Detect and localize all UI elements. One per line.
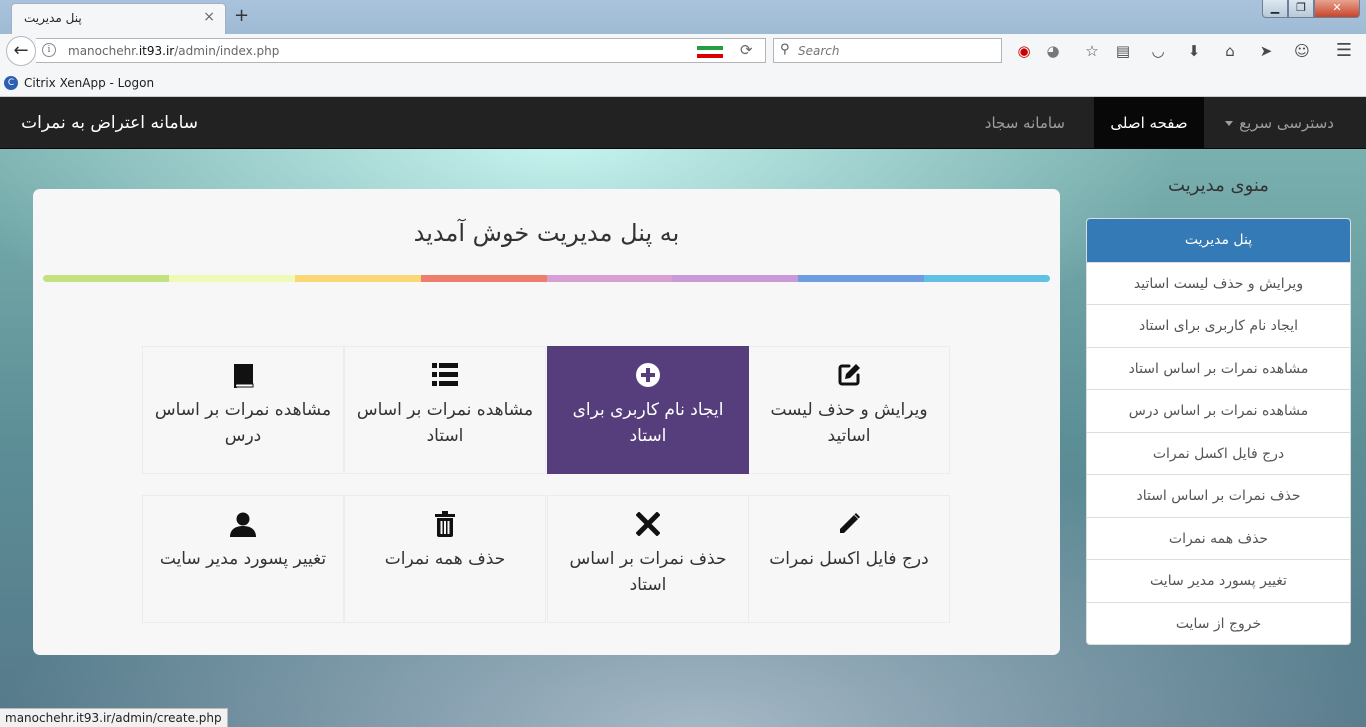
nav-dropdown-quick-access[interactable]: دسترسی سریع bbox=[1225, 97, 1334, 149]
tile-label: حذف همه نمرات bbox=[384, 549, 506, 569]
tile-delete-all-grades[interactable]: حذف همه نمرات bbox=[344, 495, 546, 623]
search-bar[interactable]: ⚲ bbox=[773, 38, 1002, 63]
iran-flag-icon bbox=[697, 46, 723, 58]
info-icon[interactable]: i bbox=[42, 43, 56, 57]
search-icon: ⚲ bbox=[780, 42, 790, 57]
tile-label: مشاهده نمرات بر اساس استاد bbox=[356, 400, 534, 446]
tile-upload-excel[interactable]: درج فایل اکسل نمرات bbox=[748, 495, 950, 623]
menu-item-create-username[interactable]: ایجاد نام کاربری برای استاد bbox=[1087, 304, 1350, 347]
tile-create-username[interactable]: ایجاد نام کاربری برای استاد bbox=[547, 346, 749, 474]
menu-item-grades-by-professor[interactable]: مشاهده نمرات بر اساس استاد bbox=[1087, 346, 1350, 390]
rainbow-segment bbox=[43, 275, 169, 282]
star-icon[interactable]: ☆ bbox=[1082, 42, 1102, 60]
rainbow-segment bbox=[924, 275, 1050, 282]
list-icon bbox=[345, 361, 545, 389]
new-tab-button[interactable]: + bbox=[234, 5, 249, 26]
tile-label: ویرایش و حذف لیست اساتید bbox=[770, 400, 928, 446]
quick-access-label: دسترسی سریع bbox=[1239, 114, 1334, 132]
trash-icon bbox=[345, 510, 545, 538]
admin-menu: پنل مدیریت ویرایش و حذف لیست اساتید ایجا… bbox=[1086, 218, 1351, 645]
nav-link-sajjad[interactable]: سامانه سجاد bbox=[971, 97, 1079, 149]
hamburger-menu-icon[interactable]: ☰ bbox=[1334, 42, 1354, 60]
rainbow-segment bbox=[672, 275, 799, 282]
rainbow-segment bbox=[168, 275, 295, 282]
tile-label: حذف نمرات بر اساس استاد bbox=[569, 549, 727, 595]
rainbow-segment bbox=[294, 275, 421, 282]
book-icon bbox=[143, 361, 343, 389]
window-minimize-button[interactable]: ▁ bbox=[1262, 0, 1288, 18]
tile-label: درج فایل اکسل نمرات bbox=[769, 549, 929, 569]
bookmarks-bar: C Citrix XenApp - Logon bbox=[0, 67, 1366, 97]
extension-icon[interactable]: ◕ bbox=[1043, 42, 1063, 60]
site-navbar: سامانه اعتراض به نمرات سامانه سجاد صفحه … bbox=[0, 97, 1366, 149]
browser-tab[interactable]: پنل مدیریت × bbox=[11, 3, 226, 34]
plus-circle-icon bbox=[548, 361, 748, 389]
tile-label: مشاهده نمرات بر اساس درس bbox=[154, 400, 332, 446]
tile-delete-by-professor[interactable]: حذف نمرات بر اساس استاد bbox=[547, 495, 749, 623]
send-icon[interactable]: ➤ bbox=[1256, 42, 1276, 60]
browser-titlebar: پنل مدیریت × + ▁ ❐ ✕ bbox=[0, 0, 1366, 34]
reading-list-icon[interactable]: ▤ bbox=[1113, 42, 1133, 60]
rainbow-divider bbox=[43, 275, 1050, 282]
pocket-icon[interactable]: ◡ bbox=[1148, 42, 1168, 60]
menu-item-delete-by-professor[interactable]: حذف نمرات بر اساس استاد bbox=[1087, 474, 1350, 517]
welcome-title: به پنل مدیریت خوش آمدید bbox=[413, 219, 680, 247]
caret-down-icon bbox=[1225, 121, 1234, 126]
tile-label: ایجاد نام کاربری برای استاد bbox=[572, 400, 724, 446]
back-button[interactable]: ← bbox=[6, 36, 36, 66]
menu-item-logout[interactable]: خروج از سایت bbox=[1087, 601, 1350, 645]
smiley-icon[interactable]: ☺ bbox=[1292, 42, 1312, 60]
edit-icon bbox=[749, 361, 949, 389]
rainbow-segment bbox=[546, 275, 673, 282]
tile-edit-professors[interactable]: ویرایش و حذف لیست اساتید bbox=[748, 346, 950, 474]
pencil-icon bbox=[749, 510, 949, 538]
rainbow-segment bbox=[798, 275, 925, 282]
url-text[interactable]: manochehr.it93.ir/admin/index.php bbox=[68, 44, 279, 58]
site-brand[interactable]: سامانه اعتراض به نمرات bbox=[21, 113, 198, 133]
remove-icon bbox=[548, 510, 748, 538]
menu-item-admin-panel[interactable]: پنل مدیریت bbox=[1087, 219, 1350, 262]
menu-item-grades-by-course[interactable]: مشاهده نمرات بر اساس درس bbox=[1087, 389, 1350, 432]
user-icon bbox=[143, 510, 343, 538]
main-panel: به پنل مدیریت خوش آمدید ویرایش و حذف لیس… bbox=[33, 189, 1060, 655]
search-input[interactable] bbox=[798, 41, 998, 61]
window-close-button[interactable]: ✕ bbox=[1314, 0, 1360, 18]
tile-change-admin-password[interactable]: تغییر پسورد مدیر سایت bbox=[142, 495, 344, 623]
citrix-icon: C bbox=[4, 76, 18, 90]
download-icon[interactable]: ⬇ bbox=[1184, 42, 1204, 60]
web-page: سامانه اعتراض به نمرات سامانه سجاد صفحه … bbox=[0, 97, 1366, 727]
url-bar[interactable]: i manochehr.it93.ir/admin/index.php ⟳ bbox=[36, 38, 766, 63]
reload-icon[interactable]: ⟳ bbox=[740, 41, 753, 59]
rainbow-segment bbox=[420, 275, 547, 282]
tab-close-icon[interactable]: × bbox=[203, 9, 215, 25]
window-maximize-button[interactable]: ❐ bbox=[1288, 0, 1314, 18]
tab-title: پنل مدیریت bbox=[24, 11, 82, 25]
nav-link-home[interactable]: صفحه اصلی bbox=[1094, 97, 1204, 149]
tile-label: تغییر پسورد مدیر سایت bbox=[159, 549, 327, 569]
browser-toolbar: i manochehr.it93.ir/admin/index.php ⟳ ← … bbox=[0, 34, 1366, 67]
back-arrow-icon: ← bbox=[13, 40, 29, 61]
menu-item-change-password[interactable]: تغییر پسورد مدیر سایت bbox=[1087, 559, 1350, 602]
home-icon[interactable]: ⌂ bbox=[1220, 42, 1240, 60]
status-bar-url: manochehr.it93.ir/admin/create.php bbox=[0, 708, 228, 727]
tile-grades-by-professor[interactable]: مشاهده نمرات بر اساس استاد bbox=[344, 346, 546, 474]
menu-item-edit-professors[interactable]: ویرایش و حذف لیست اساتید bbox=[1087, 261, 1350, 305]
bookmark-citrix[interactable]: Citrix XenApp - Logon bbox=[24, 76, 154, 90]
tile-grades-by-course[interactable]: مشاهده نمرات بر اساس درس bbox=[142, 346, 344, 474]
sidebar-title: منوی مدیریت bbox=[1168, 175, 1269, 196]
record-icon[interactable]: ◉ bbox=[1014, 42, 1034, 60]
menu-item-delete-all-grades[interactable]: حذف همه نمرات bbox=[1087, 516, 1350, 560]
menu-item-upload-excel[interactable]: درج فایل اکسل نمرات bbox=[1087, 431, 1350, 475]
